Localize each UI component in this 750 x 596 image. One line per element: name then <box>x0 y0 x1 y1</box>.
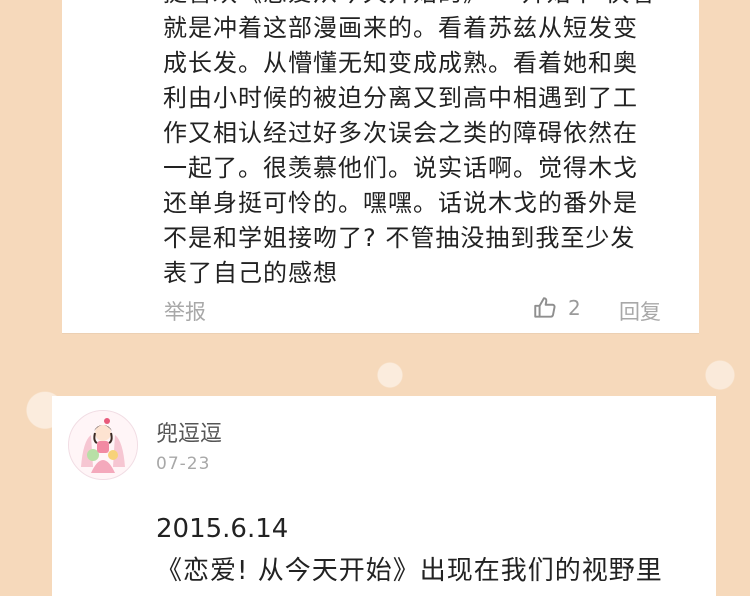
comment-text-line: 《恋爱! 从今天开始》出现在我们的视野里 <box>156 556 663 586</box>
comment-line: 表了自己的感想 <box>163 259 338 287</box>
comment-text: 挺喜欢《恋爱从今天开始的》 一开始下 快看 就是冲着这部漫画来的。看着苏兹从短发… <box>163 0 683 291</box>
comment-date: 07-23 <box>156 454 211 474</box>
comment-line: 还单身挺可怜的。嘿嘿。话说木戈的番外是 <box>163 189 638 217</box>
comment-card: 兜逗逗 07-23 2015.6.14 《恋爱! 从今天开始》出现在我们的视野里 <box>52 396 716 596</box>
comment-text-line: 2015.6.14 <box>156 514 289 544</box>
like-button[interactable]: 2 <box>532 295 581 321</box>
comment-line: 不是和学姐接吻了? 不管抽没抽到我至少发 <box>163 224 636 252</box>
comment-line: 一起了。很羡慕他们。说实话啊。觉得木戈 <box>163 154 638 182</box>
username[interactable]: 兜逗逗 <box>156 416 222 448</box>
comment-line: 挺喜欢《恋爱从今天开始的》 一开始下 快看 <box>163 0 683 11</box>
comment-line: 就是冲着这部漫画来的。看着苏兹从短发变 <box>163 14 638 42</box>
reply-button[interactable]: 回复 <box>619 296 661 326</box>
like-count: 2 <box>568 296 581 320</box>
comment-line: 利由小时候的被迫分离又到高中相遇到了工 <box>163 84 638 112</box>
comment-line: 成长发。从懵懂无知变成成熟。看着她和奥 <box>163 49 638 77</box>
report-button[interactable]: 举报 <box>164 296 206 326</box>
girl-avatar-icon <box>69 411 137 479</box>
comment-actions: 举报 2 回复 <box>62 292 699 326</box>
avatar[interactable] <box>68 410 138 480</box>
comment-line: 作又相认经过好多次误会之类的障碍依然在 <box>163 119 638 147</box>
thumbs-up-icon <box>534 297 556 318</box>
comment-card: 挺喜欢《恋爱从今天开始的》 一开始下 快看 就是冲着这部漫画来的。看着苏兹从短发… <box>62 0 699 333</box>
